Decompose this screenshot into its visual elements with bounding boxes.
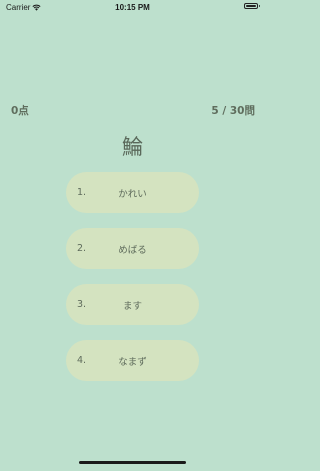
choice-button-4[interactable]: 4. なまず xyxy=(66,340,199,381)
question-kanji: 鯩 xyxy=(122,135,143,159)
choice-text: かれい xyxy=(118,188,147,200)
status-time: 10:15 PM xyxy=(115,3,150,12)
choice-text: なまず xyxy=(118,356,147,368)
progress-label: 5 / 30問 xyxy=(211,105,255,117)
choice-button-1[interactable]: 1. かれい xyxy=(66,172,199,213)
home-indicator[interactable] xyxy=(79,461,186,464)
choice-button-3[interactable]: 3. ます xyxy=(66,284,199,325)
choice-text: めばる xyxy=(118,244,147,256)
score-label: 0点 xyxy=(11,105,29,117)
battery-icon xyxy=(244,3,260,9)
status-bar: Carrier 10:15 PM xyxy=(0,0,265,14)
choice-text: ます xyxy=(122,300,142,312)
choice-button-2[interactable]: 2. めばる xyxy=(66,228,199,269)
